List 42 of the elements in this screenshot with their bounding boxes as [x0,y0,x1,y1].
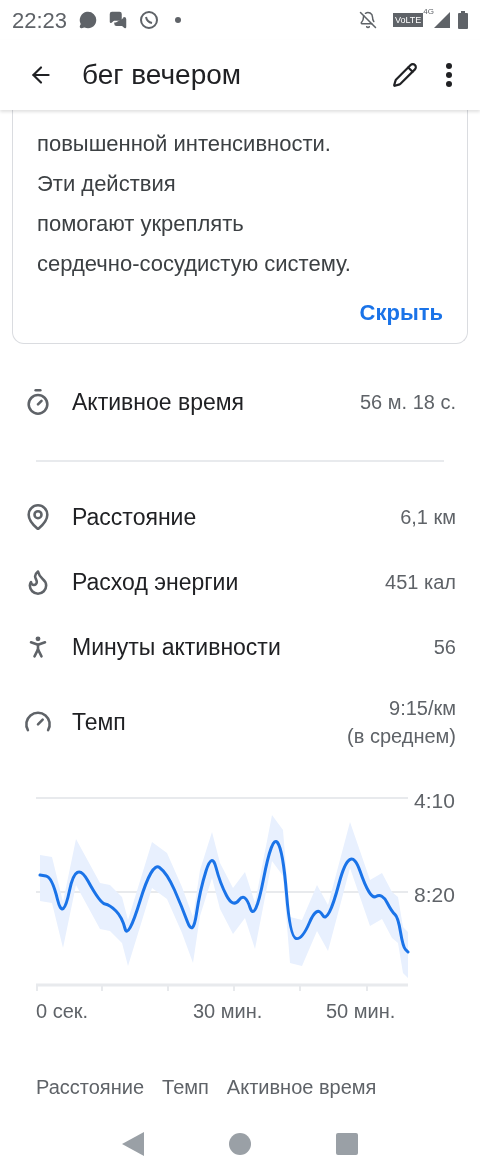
battery-icon [458,11,468,29]
metric-value: 56 [433,635,456,660]
info-text: помогают укреплять [37,210,245,238]
y-axis-label: 8:20 [414,882,455,908]
info-text: повышенной интенсивности. [37,130,332,158]
page-title: бег вечером [82,58,243,92]
home-nav-icon[interactable] [229,1133,251,1155]
info-text: сердечно-сосудистую систему. [37,250,352,278]
recents-nav-icon[interactable] [335,1133,358,1155]
chat-bubbles-icon [109,11,128,29]
timer-icon [24,388,52,416]
chart-tab[interactable]: Активное время [226,1072,377,1102]
info-text: Эти действия [37,170,177,198]
location-pin-icon [24,503,52,531]
network-badge: VoLTE [392,13,424,27]
pencil-icon [392,62,418,88]
status-time: 22:23 [12,6,68,35]
metric-value: 6,1 км [400,505,456,530]
chat-bubble-icon [79,11,98,29]
metric-label: Активное время [72,387,245,417]
back-nav-icon[interactable] [122,1132,145,1156]
dot-icon [175,17,182,23]
x-axis-label: 50 мин. [326,999,396,1024]
more-icon [446,63,452,87]
x-axis-label: 0 сек. [36,999,89,1024]
bell-off-icon [358,11,377,29]
metric-value: (в среднем) [347,724,456,749]
phone-bubble-icon [139,10,160,30]
metric-value: 9:15/км [389,696,456,721]
metric-value: 451 кал [385,570,456,595]
metric-label: Темп [72,707,127,737]
network-type: 4G [423,6,434,18]
metric-label: Расход энергии [72,567,240,597]
metric-label: Расстояние [72,502,198,532]
signal-icon [434,12,450,28]
y-axis-label: 4:10 [414,788,455,814]
metric-value: 56 м. 18 с. [359,390,456,415]
metric-label: Минуты активности [72,632,282,662]
x-axis-label: 30 мин. [193,999,263,1024]
chart-tab[interactable]: Расстояние [36,1072,145,1102]
chart-tab[interactable]: Темп [162,1072,209,1102]
hide-link[interactable]: Скрыть [359,296,443,329]
